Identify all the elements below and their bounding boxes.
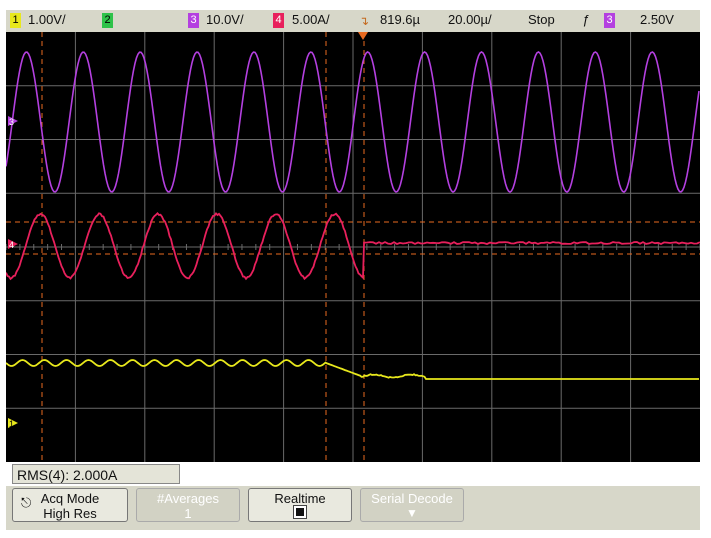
trigger-marker[interactable]	[358, 32, 368, 40]
channel3-badge[interactable]: 3	[188, 13, 199, 28]
waveform-screen[interactable]: 3 4 1	[6, 32, 700, 462]
realtime-title: Realtime	[249, 491, 351, 506]
channel3-ground-marker[interactable]: 3	[8, 116, 18, 127]
serial-decode-softkey[interactable]: Serial Decode ▼	[360, 488, 464, 522]
oscilloscope-display: 1 1.00V/ 2 3 10.0V/ 4 5.00A/ ↴ 819.6µ 20…	[0, 0, 711, 538]
averages-title: #Averages	[137, 491, 239, 506]
run-state[interactable]: Stop	[528, 12, 555, 27]
realtime-softkey[interactable]: Realtime	[248, 488, 352, 522]
realtime-checkbox[interactable]	[294, 506, 306, 518]
averages-value: 1	[137, 506, 239, 521]
status-bar: 1 1.00V/ 2 3 10.0V/ 4 5.00A/ ↴ 819.6µ 20…	[6, 10, 700, 32]
channel1-ground-marker[interactable]: 1	[8, 418, 18, 429]
channel2-badge[interactable]: 2	[102, 13, 113, 28]
rotate-knob-icon: ⎋	[21, 495, 31, 510]
channel4-badge[interactable]: 4	[273, 13, 284, 28]
svg-text:3: 3	[9, 117, 14, 127]
channel3-scale[interactable]: 10.0V/	[206, 12, 244, 27]
trigger-source-badge[interactable]: 3	[604, 13, 615, 28]
channel1-badge[interactable]: 1	[10, 13, 21, 28]
serial-decode-title: Serial Decode	[361, 491, 463, 506]
trigger-position-icon: ↴	[359, 14, 369, 28]
time-scale[interactable]: 20.00µ/	[448, 12, 492, 27]
channel1-scale[interactable]: 1.00V/	[28, 12, 66, 27]
down-arrow-icon: ▼	[361, 506, 463, 521]
graticule: 3 4 1	[6, 32, 700, 462]
softkey-bar: ⎋ Acq Mode High Res #Averages 1 Realtime…	[6, 486, 700, 530]
svg-text:1: 1	[9, 419, 14, 429]
averages-softkey[interactable]: #Averages 1	[136, 488, 240, 522]
channel4-scale[interactable]: 5.00A/	[292, 12, 330, 27]
trigger-slope-icon: ƒ	[582, 12, 589, 27]
trigger-position[interactable]: 819.6µ	[380, 12, 420, 27]
trigger-level[interactable]: 2.50V	[640, 12, 674, 27]
acq-mode-softkey[interactable]: ⎋ Acq Mode High Res	[12, 488, 128, 522]
rms-measurement: RMS(4): 2.000A	[12, 464, 180, 484]
channel4-ground-marker[interactable]: 4	[8, 239, 18, 250]
svg-text:4: 4	[9, 240, 14, 250]
